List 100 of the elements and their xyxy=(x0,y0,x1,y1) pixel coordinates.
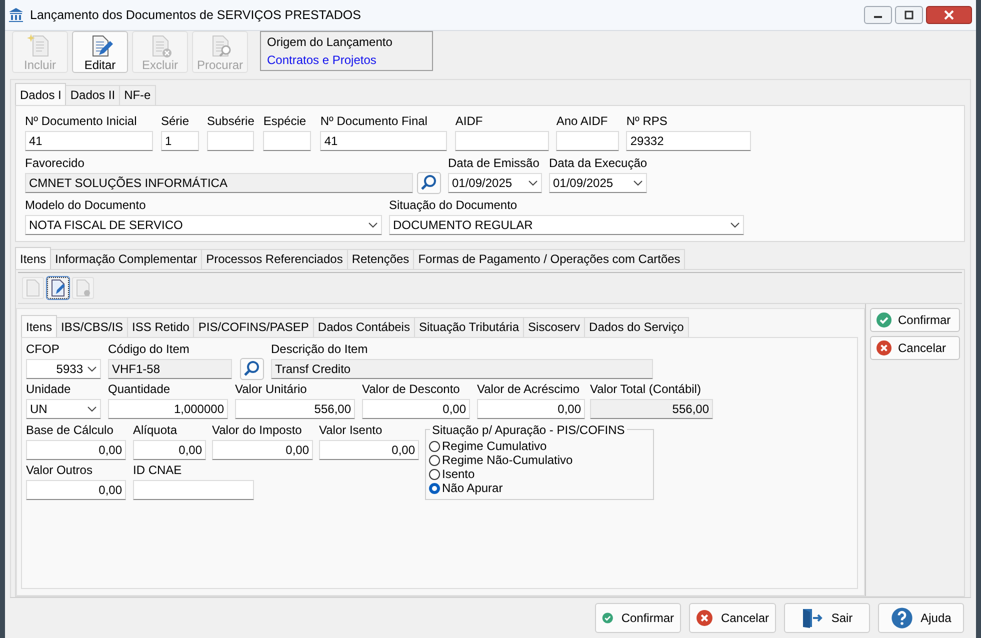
dropdown[interactable]: 01/09/2025 xyxy=(448,173,542,193)
field-label: Alíquota xyxy=(133,423,178,437)
new-document-icon xyxy=(25,279,41,297)
field-label: Valor Unitário xyxy=(235,382,308,396)
input-field[interactable] xyxy=(133,480,254,500)
input-field[interactable]: 556,00 xyxy=(590,399,713,419)
tab[interactable]: Itens xyxy=(21,315,58,337)
input-field[interactable] xyxy=(556,131,620,151)
dropdown[interactable]: DOCUMENTO REGULAR xyxy=(389,215,744,235)
field-label: Valor do Imposto xyxy=(212,423,303,437)
help-button[interactable]: Ajuda xyxy=(878,603,964,633)
input-field[interactable]: 0,00 xyxy=(133,440,206,460)
input-field[interactable]: 29332 xyxy=(626,131,752,151)
tab[interactable]: ISS Retido xyxy=(127,317,194,337)
dropdown[interactable]: 5933 xyxy=(26,359,101,379)
field-label: Data de Emissão xyxy=(448,156,540,170)
edit-document-icon xyxy=(50,279,66,297)
exit-button[interactable]: Sair xyxy=(784,603,870,633)
edit-item-button[interactable] xyxy=(47,277,69,299)
field-label: Descrição do Item xyxy=(271,342,369,356)
cancel-icon xyxy=(876,340,892,356)
input-field[interactable]: 556,00 xyxy=(235,399,355,419)
field-label: Valor Outros xyxy=(26,463,94,477)
field-label: Favorecido xyxy=(25,156,86,170)
tab[interactable]: Dados do Serviço xyxy=(584,317,689,337)
input-field[interactable] xyxy=(455,131,550,151)
field-label: Ano AIDF xyxy=(556,114,609,128)
input-field[interactable]: 0,00 xyxy=(26,480,126,500)
group-title: Situação p/ Apuração - PIS/COFINS xyxy=(430,423,627,437)
dropdown[interactable]: UN xyxy=(26,399,101,419)
confirm-button[interactable]: Confirmar xyxy=(595,603,681,633)
input-field[interactable]: 0,00 xyxy=(477,399,585,419)
search-button[interactable] xyxy=(240,358,264,380)
input-field[interactable]: 1,000000 xyxy=(108,399,228,419)
radio-option[interactable]: Não Apurar xyxy=(429,481,649,495)
radio-option[interactable]: Regime Não-Cumulativo xyxy=(429,453,649,467)
input-field[interactable]: 0,00 xyxy=(362,399,470,419)
field-label: Nº Documento Final xyxy=(320,114,428,128)
minimize-button[interactable] xyxy=(864,6,892,24)
input-field[interactable]: 0,00 xyxy=(26,440,126,460)
window-title: Lançamento dos Documentos de SERVIÇOS PRESTADOS xyxy=(30,8,362,22)
field-label: Situação do Documento xyxy=(389,198,518,212)
tab[interactable]: Itens xyxy=(15,247,52,269)
check-icon xyxy=(876,312,892,328)
field-label: Data da Execução xyxy=(549,156,648,170)
radio-option[interactable]: Regime Cumulativo xyxy=(429,439,649,453)
field-label: AIDF xyxy=(455,114,484,128)
building-icon xyxy=(8,7,24,23)
field-label: Código do Item xyxy=(108,342,190,356)
input-field[interactable]: CMNET SOLUÇÕES INFORMÁTICA xyxy=(25,173,413,193)
dropdown[interactable]: NOTA FISCAL DE SERVICO xyxy=(25,215,382,235)
tab[interactable]: PIS/COFINS/PASEP xyxy=(193,317,314,337)
input-field[interactable] xyxy=(263,131,312,151)
caret-icon xyxy=(87,406,97,412)
close-button[interactable] xyxy=(926,6,972,24)
origin-label: Origem do Lançamento xyxy=(267,35,394,49)
field-label: Valor de Acréscimo xyxy=(477,382,580,396)
input-field[interactable] xyxy=(207,131,254,151)
field-label: ID CNAE xyxy=(133,463,183,477)
tab[interactable]: Dados I xyxy=(15,83,66,105)
maximize-icon xyxy=(904,10,914,20)
input-field[interactable]: 0,00 xyxy=(319,440,419,460)
field-label: Modelo do Documento xyxy=(25,198,147,212)
field-label: Unidade xyxy=(26,382,72,396)
origin-value: Contratos e Projetos xyxy=(267,53,378,67)
maximize-button[interactable] xyxy=(895,6,923,24)
cancel-button[interactable]: Cancelar xyxy=(870,336,960,360)
search-button[interactable] xyxy=(417,172,441,194)
help-icon xyxy=(890,607,913,629)
close-icon xyxy=(944,10,954,20)
field-label: Nº RPS xyxy=(626,114,668,128)
input-field[interactable]: 41 xyxy=(25,131,153,151)
input-field[interactable]: 1 xyxy=(161,131,199,151)
toolbar-button[interactable]: Editar xyxy=(72,31,128,73)
input-field[interactable]: 0,00 xyxy=(212,440,313,460)
caret-icon xyxy=(633,180,644,186)
dropdown[interactable]: 01/09/2025 xyxy=(549,173,648,193)
confirm-button[interactable]: Confirmar xyxy=(870,308,960,332)
field-label: Valor Total (Contábil) xyxy=(590,382,702,396)
tab[interactable]: IBS/CBS/IS xyxy=(56,317,128,337)
input-field[interactable]: Transf Credito xyxy=(271,359,653,379)
caret-icon xyxy=(528,180,538,186)
input-field[interactable]: VHF1-58 xyxy=(108,359,232,379)
field-label: Subsérie xyxy=(207,114,254,128)
input-field[interactable]: 41 xyxy=(320,131,448,151)
delete-document-icon xyxy=(75,279,91,297)
cancel-button[interactable]: Cancelar xyxy=(689,603,776,633)
caret-icon xyxy=(368,222,378,228)
tab[interactable]: NF-e xyxy=(119,85,156,105)
field-label: Espécie xyxy=(263,114,308,128)
field-label: Valor de Desconto xyxy=(362,382,461,396)
cancel-icon xyxy=(696,607,713,629)
tab[interactable]: Siscoserv xyxy=(523,317,586,337)
caret-icon xyxy=(730,222,740,228)
tab[interactable]: Dados Contábeis xyxy=(312,317,415,337)
radio-option[interactable]: Isento xyxy=(429,467,649,481)
tab[interactable]: Situação Tributária xyxy=(414,317,524,337)
field-label: Série xyxy=(161,114,190,128)
field-label: Quantidade xyxy=(108,382,172,396)
tab[interactable]: Formas de Pagamento / Operações com Cartões xyxy=(413,249,686,269)
